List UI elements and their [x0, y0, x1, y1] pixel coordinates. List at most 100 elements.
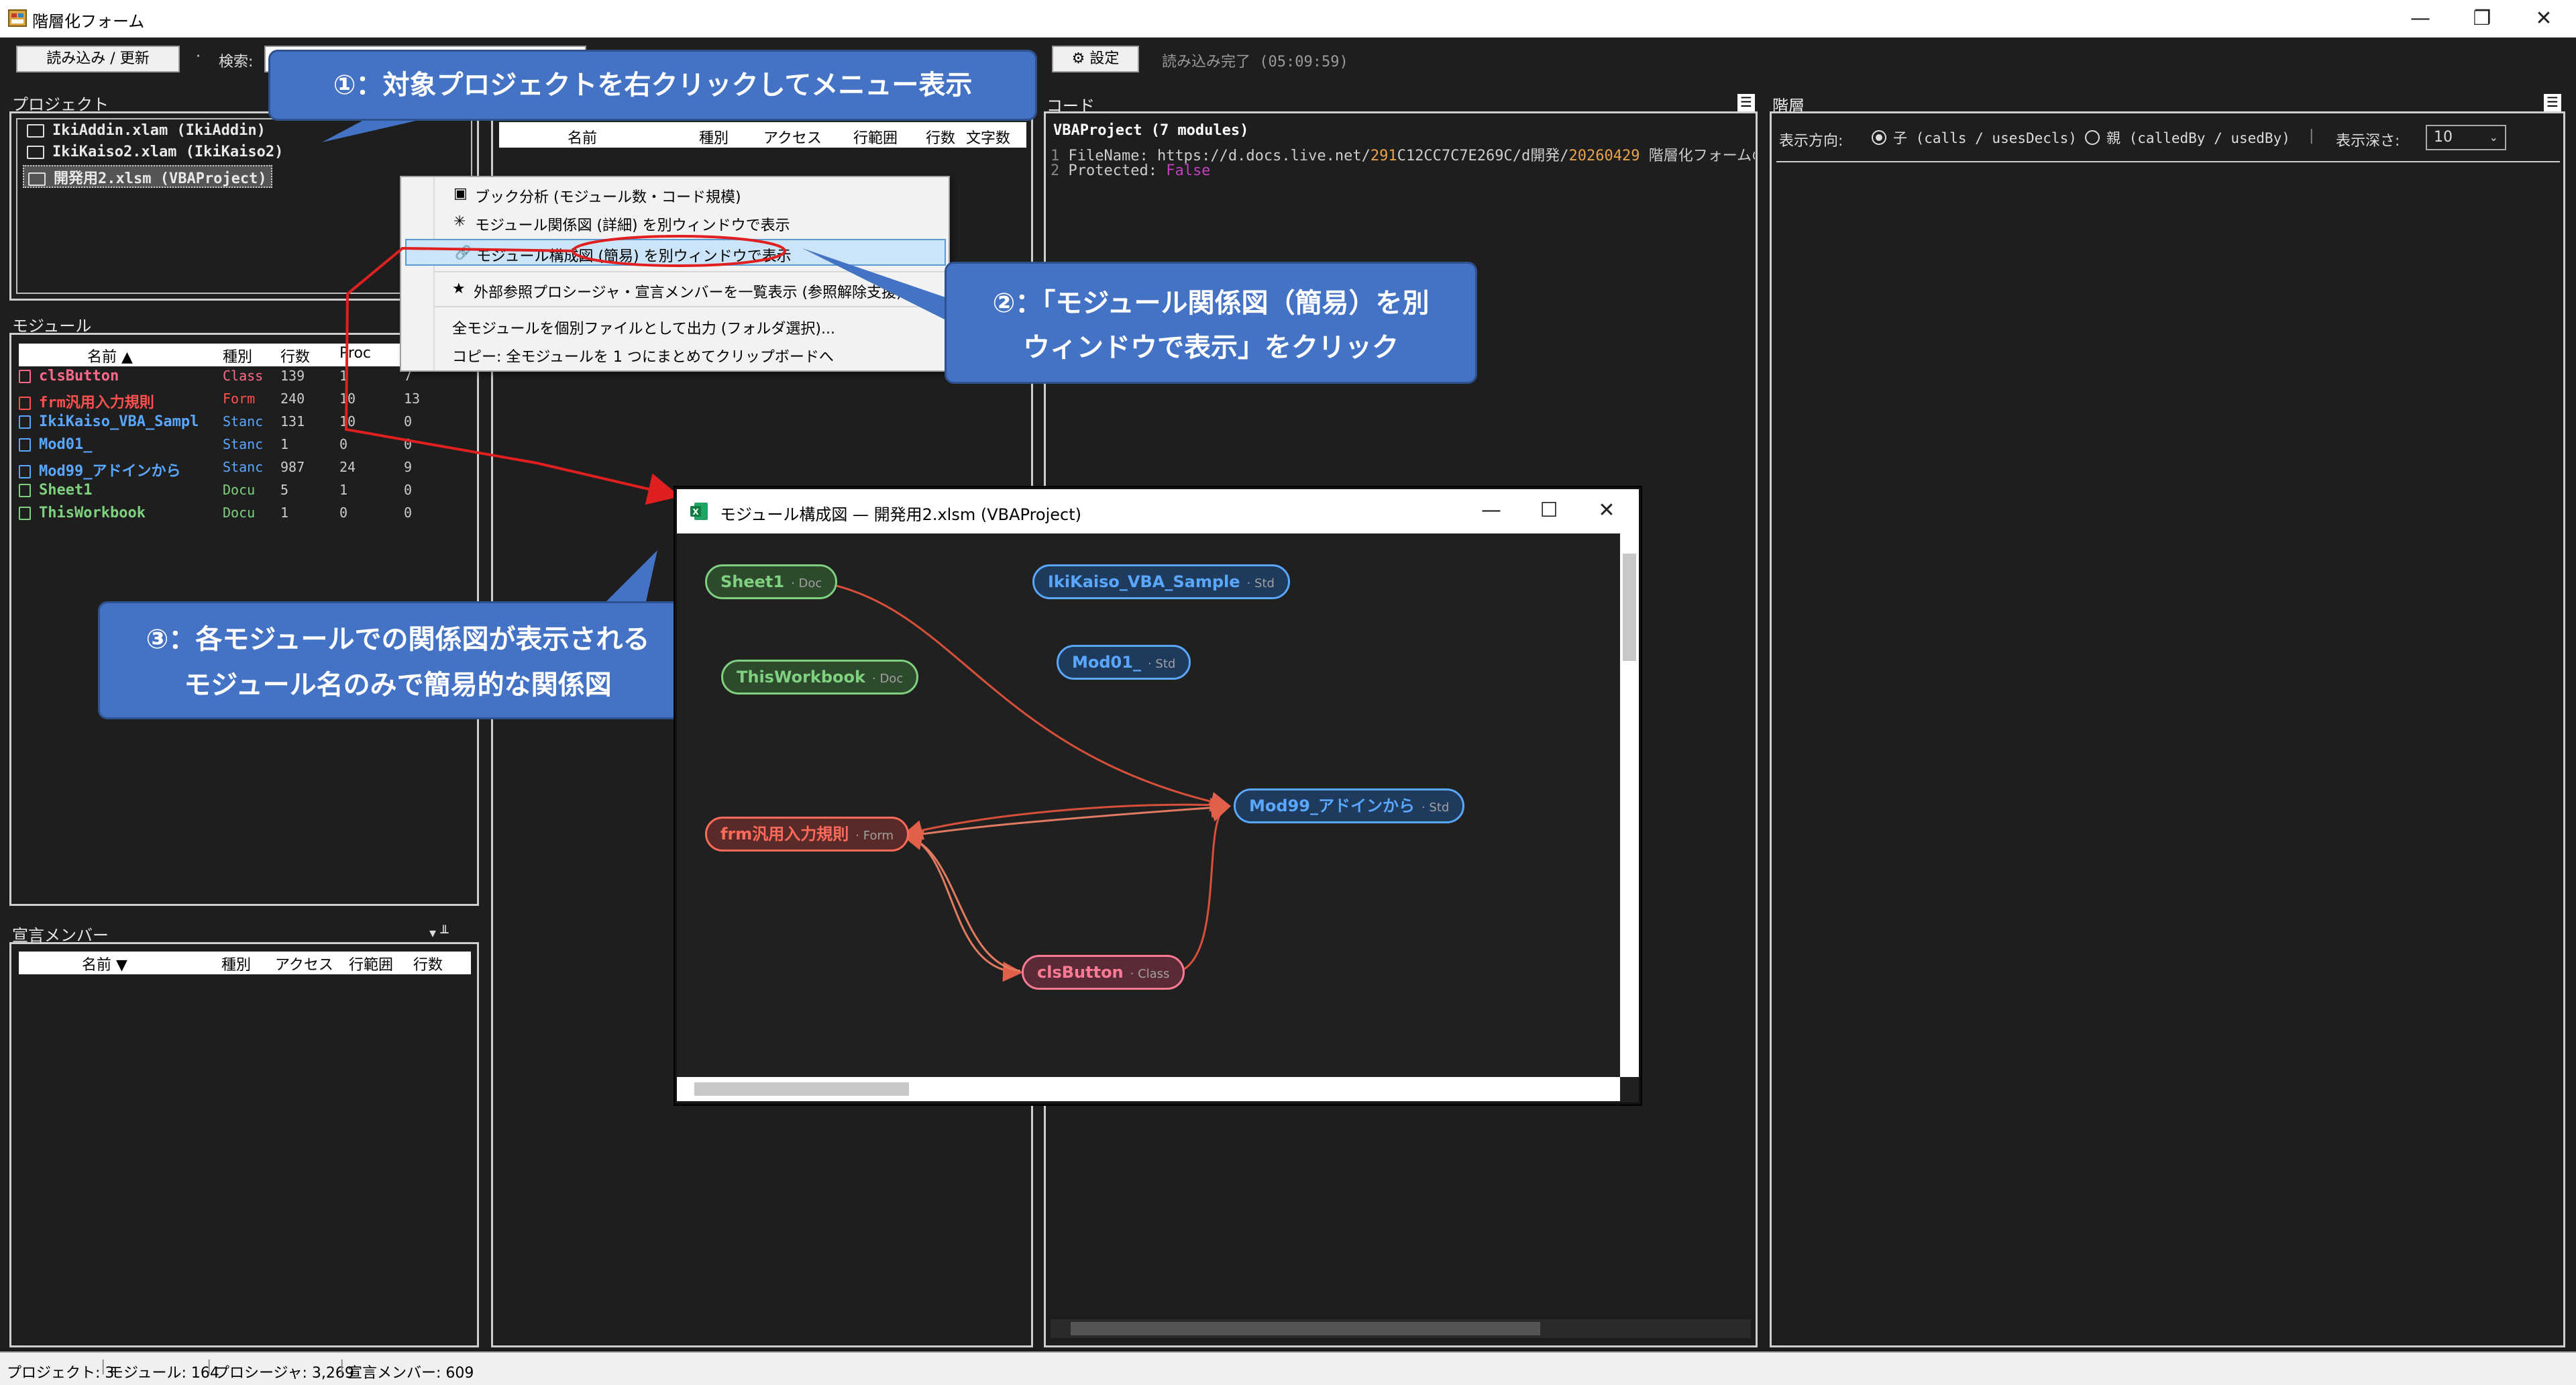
module-cell: 131	[280, 413, 305, 429]
graph-node-thisworkbook[interactable]: ThisWorkbook · Doc	[721, 660, 919, 695]
col-header-lines[interactable]: 行数	[926, 126, 955, 148]
module-cell: Stanc	[223, 413, 264, 429]
settings-button[interactable]: ⚙ 設定	[1052, 46, 1139, 72]
separator-dot: ·	[196, 48, 201, 65]
module-cell: 13	[404, 391, 421, 407]
code-highlight: 20260429	[1568, 148, 1640, 164]
col-header-lines[interactable]: 行数	[280, 345, 310, 366]
pin-icon[interactable]: ▾ ╨	[429, 925, 448, 941]
window-titlebar: 階層化フォーム — ❐ ✕	[0, 0, 2576, 38]
callout-step-2: ②：「モジュール関係図（簡易）を別 ウィンドウで表示」をクリック	[945, 262, 1477, 384]
module-cell: 1	[339, 482, 348, 498]
module-cell: 1	[280, 436, 289, 452]
menu-item-relation-detail[interactable]: ✳ モジュール関係図 (詳細) を別ウィンドウで表示	[401, 208, 949, 235]
graph-node-ikikaiso-vba-sample[interactable]: IkiKaiso_VBA_Sample · Std	[1032, 564, 1290, 599]
minimize-button[interactable]: —	[2390, 0, 2451, 38]
menu-item-structure-simple[interactable]: 🔗 モジュール構成図 (簡易) を別ウィンドウで表示	[405, 239, 946, 266]
graph-window-titlebar: X モジュール構成図 — 開発用2.xlsm (VBAProject) — ☐ …	[677, 489, 1639, 533]
depth-select[interactable]: 10 ⌄	[2426, 125, 2506, 150]
code-panel-menu-icon[interactable]: ☰	[1737, 94, 1755, 111]
module-cell: Docu	[223, 505, 256, 521]
radio-parent-label[interactable]: 親 (calledBy / usedBy)	[2106, 127, 2290, 148]
graph-node-clsbutton[interactable]: clsButton · Class	[1022, 955, 1185, 990]
code-line-2[interactable]: 2 Protected: False	[1051, 162, 1210, 179]
chevron-down-icon: ⌄	[2489, 131, 2498, 144]
star-icon: ★	[452, 280, 466, 297]
menu-item-export-all[interactable]: 全モジュールを個別ファイルとして出力 (フォルダ選択)...	[401, 311, 949, 338]
status-projects: プロジェクト: 3	[7, 1365, 115, 1382]
search-label: 検索:	[219, 54, 254, 70]
module-cell: 0	[404, 436, 413, 452]
excel-icon: X	[690, 503, 708, 520]
graph-node-mod99[interactable]: Mod99_アドインから · Std	[1234, 788, 1465, 823]
svg-text:X: X	[692, 507, 699, 517]
close-button[interactable]: ✕	[2513, 0, 2575, 38]
col-header-name[interactable]: 名前 ▲	[87, 345, 133, 366]
status-modules: モジュール: 164	[109, 1365, 219, 1382]
module-cell: 1	[339, 368, 348, 384]
code-highlight: 291	[1370, 148, 1397, 164]
col-header-access[interactable]: アクセス	[275, 953, 333, 974]
graph-horizontal-scrollbar[interactable]	[677, 1077, 1620, 1101]
col-header-chars[interactable]: 文字数	[966, 126, 1010, 148]
scrollbar-thumb[interactable]	[1623, 554, 1636, 661]
project-item-label: IkiAddin.xlam (IkiAddin)	[52, 122, 266, 139]
col-header-range[interactable]: 行範囲	[349, 953, 393, 974]
restore-button[interactable]: ❐	[2451, 0, 2513, 38]
hierarchy-panel-menu-icon[interactable]: ☰	[2544, 94, 2561, 111]
depth-label: 表示深さ:	[2336, 133, 2400, 150]
col-header-name[interactable]: 名前	[568, 126, 597, 148]
col-header-access[interactable]: アクセス	[763, 126, 822, 148]
project-item-selected[interactable]: 開発用2.xlsm (VBAProject)	[23, 165, 272, 188]
module-cell: Stanc	[223, 436, 264, 452]
scrollbar-thumb[interactable]	[1071, 1322, 1540, 1335]
menu-item-external-refs[interactable]: ★ 外部参照プロシージャ・宣言メンバーを一覧表示 (参照解除支援)	[401, 275, 949, 302]
graph-node-mod01[interactable]: Mod01_ · Std	[1057, 645, 1191, 680]
graph-maximize-button[interactable]: ☐	[1518, 492, 1580, 529]
module-cell: 987	[280, 459, 305, 475]
procedure-list-header: 名前 種別 アクセス 行範囲 行数 文字数	[499, 122, 1026, 148]
col-header-kind[interactable]: 種別	[221, 953, 251, 974]
code-horizontal-scrollbar[interactable]	[1051, 1319, 1751, 1338]
col-header-proc[interactable]: Proc	[339, 345, 371, 362]
gear-icon: ⚙	[1071, 50, 1085, 67]
scrollbar-thumb[interactable]	[694, 1082, 909, 1096]
menu-item-book-analysis[interactable]: ▣ ブック分析 (モジュール数・コード規模)	[401, 180, 949, 207]
radio-child[interactable]	[1872, 130, 1886, 145]
hierarchy-divider	[1776, 161, 2560, 162]
module-cell: 0	[404, 482, 413, 498]
member-panel	[9, 942, 479, 1347]
callout-text: ウィンドウで表示」をクリック	[1023, 332, 1399, 363]
menu-item-label: コピー: 全モジュールを 1 つにまとめてクリップボードへ	[452, 349, 834, 366]
radio-child-label[interactable]: 子 (calls / usesDecls)	[1893, 127, 2077, 148]
menu-item-label: モジュール構成図 (簡易) を別ウィンドウで表示	[476, 248, 792, 265]
col-header-name[interactable]: 名前 ▼	[82, 953, 127, 974]
code-header: VBAProject (7 modules)	[1053, 122, 1249, 139]
col-header-lines[interactable]: 行数	[413, 953, 443, 974]
module-list-columns: Class 139 1 7 Form 240 10 13 Stanc 131 10 0 Stanc 1 0 0…	[19, 368, 468, 529]
graph-node-frm[interactable]: frm汎用入力規則 · Form	[705, 817, 910, 852]
code-text: C12CC7C7E269C/d開発/	[1397, 148, 1569, 164]
graph-close-button[interactable]: ✕	[1576, 492, 1638, 529]
project-item[interactable]: IkiKaiso2.xlam (IkiKaiso2)	[27, 144, 283, 166]
col-header-range[interactable]: 行範囲	[853, 126, 898, 148]
module-cell: Docu	[223, 482, 256, 498]
graph-edge-clsbutton-frm	[902, 830, 1021, 972]
menu-item-copy-all[interactable]: コピー: 全モジュールを 1 つにまとめてクリップボードへ	[401, 340, 949, 366]
graph-minimize-button[interactable]: —	[1460, 492, 1522, 529]
col-header-kind[interactable]: 種別	[223, 345, 252, 366]
reload-button[interactable]: 読み込み / 更新	[16, 46, 180, 72]
status-divider: |	[101, 1358, 106, 1375]
col-header-kind[interactable]: 種別	[699, 126, 729, 148]
module-graph-window: X モジュール構成図 — 開発用2.xlsm (VBAProject) — ☐ …	[675, 487, 1641, 1105]
module-cell: Stanc	[223, 459, 264, 475]
radio-dot	[1876, 134, 1882, 141]
module-cell: 10	[339, 391, 356, 407]
callout-step-1: ①：対象プロジェクトを右クリックしてメニュー表示	[268, 50, 1037, 121]
radio-parent[interactable]	[2085, 130, 2100, 145]
graph-node-sheet1[interactable]: Sheet1 · Doc	[705, 564, 838, 599]
module-cell: 24	[339, 459, 356, 475]
graph-edges	[830, 583, 1231, 982]
project-item[interactable]: IkiAddin.xlam (IkiAddin)	[27, 122, 266, 145]
graph-vertical-scrollbar[interactable]	[1620, 533, 1639, 1077]
